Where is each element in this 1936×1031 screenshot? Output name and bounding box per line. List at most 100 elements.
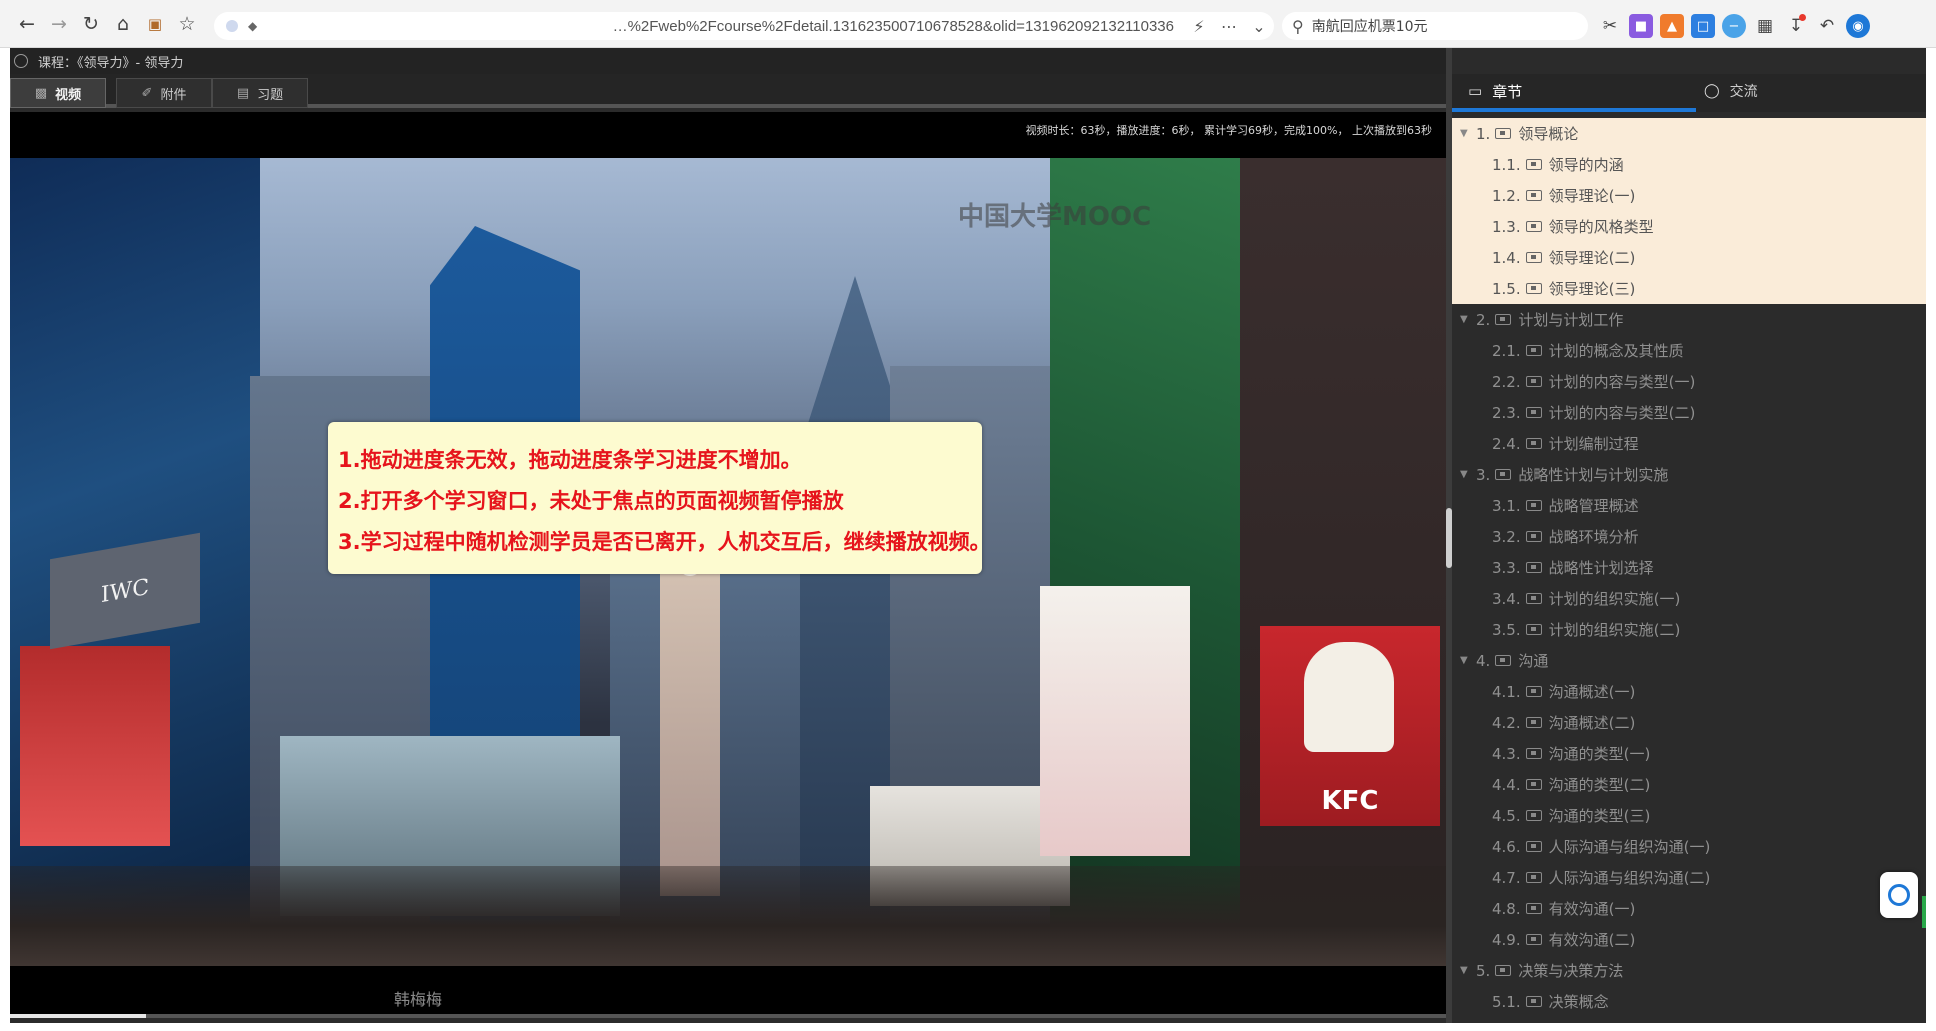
back-icon[interactable]: ← [12,9,42,39]
toc-section[interactable]: 1.2. 领导理论(一) [1452,180,1926,211]
extension-blue-icon[interactable]: □ [1691,14,1715,38]
tab-exercises-label: 习题 [257,87,284,103]
toc-section[interactable]: 3.2. 战略环境分析 [1452,521,1926,552]
caret-down-icon[interactable]: ▼ [1460,469,1476,480]
favorites-star-icon[interactable]: ☆ [172,9,202,39]
user-name-watermark: 韩梅梅 [394,990,443,1009]
toc-section[interactable]: 1.3. 领导的风格类型 [1452,211,1926,242]
toc-number: 2.1. [1492,341,1521,360]
apps-grid-icon[interactable]: ▦ [1753,14,1777,38]
mooc-watermark: 中国大学MOOC [958,202,1152,232]
toc-section[interactable]: 1.1. 领导的内涵 [1452,149,1926,180]
toc-title: 领导概论 [1518,125,1579,143]
video-icon [1525,190,1542,201]
toc-chapter[interactable]: ▼ 3. 战略性计划与计划实施 [1452,459,1926,490]
toc-title: 领导的内涵 [1548,156,1624,174]
caret-down-icon[interactable]: ▼ [1460,314,1476,325]
tab-discussion-label: 交流 [1729,84,1758,100]
toc-section[interactable]: 3.4. 计划的组织实施(一) [1452,583,1926,614]
floating-assistant-button[interactable] [1880,872,1918,918]
toc-section[interactable]: 3.3. 战略性计划选择 [1452,552,1926,583]
caret-down-icon[interactable]: ▼ [1460,965,1476,976]
video-frame[interactable]: IWC KFC 中国大学MOOC 1.拖动进度条无效，拖动进度条学习进度不增加。… [10,158,1446,966]
address-bar[interactable]: ◆ …%2Fweb%2Fcourse%2Fdetail.131623500710… [214,12,1274,40]
toc-section[interactable]: 2.4. 计划编制过程 [1452,428,1926,459]
course-page: 课程：《领导力》- 领导力 ▩ 视频 ✐ 附件 ▤ 习题 视频时长：63秒，播放… [10,48,1926,1023]
toc-title: 决策概念 [1548,993,1609,1011]
toc-title: 计划与计划工作 [1518,311,1624,329]
toc-section[interactable]: 3.5. 计划的组织实施(二) [1452,614,1926,645]
toc-number: 3.2. [1492,527,1521,546]
tab-chapters[interactable]: ▭ 章节 [1468,74,1522,108]
tab-video[interactable]: ▩ 视频 [10,78,106,108]
tab-exercises[interactable]: ▤ 习题 [212,78,308,108]
video-icon [1525,252,1542,263]
toc-number: 4.1. [1492,682,1521,701]
toc-section[interactable]: 2.2. 计划的内容与类型(一) [1452,366,1926,397]
toc-section[interactable]: 2.3. 计划的内容与类型(二) [1452,397,1926,428]
toc-title: 沟通概述(二) [1548,714,1636,732]
toc-section[interactable]: 1.4. 领导理论(二) [1452,242,1926,273]
toc-section[interactable]: 4.7. 人际沟通与组织沟通(二) [1452,862,1926,893]
toc-section[interactable]: 4.4. 沟通的类型(二) [1452,769,1926,800]
toc-chapter[interactable]: ▼ 4. 沟通 [1452,645,1926,676]
toc-section[interactable]: 4.9. 有效沟通(二) [1452,924,1926,955]
scissors-icon[interactable]: ✂ [1598,14,1622,38]
screen: ← → ↻ ⌂ ▣ ☆ ◆ …%2Fweb%2Fcourse%2Fdetail.… [0,0,1936,1031]
toc-title: 决策与决策方法 [1518,962,1624,980]
caret-down-icon[interactable]: ▼ [1460,128,1476,139]
browser-toolbar: ← → ↻ ⌂ ▣ ☆ ◆ …%2Fweb%2Fcourse%2Fdetail.… [0,0,1936,48]
toc-section[interactable]: 5.1. 决策概念 [1452,986,1926,1017]
tab-chapters-label: 章节 [1492,82,1523,101]
video-player[interactable]: 视频时长：63秒，播放进度：6秒， 累计学习69秒，完成100%， 上次播放到6… [10,112,1446,1018]
toc-section[interactable]: 4.5. 沟通的类型(三) [1452,800,1926,831]
video-progress-bar[interactable] [10,1014,1446,1018]
extension-orange-icon[interactable]: ▲ [1660,14,1684,38]
undo-icon[interactable]: ↶ [1815,14,1839,38]
toc-title: 战略管理概述 [1548,497,1639,515]
more-icon[interactable]: ⋯ [1214,17,1244,36]
video-icon [1525,345,1542,356]
chat-icon: ◯ [1704,83,1720,99]
lock-icon: ◆ [248,19,258,33]
toc-chapter[interactable]: ▼ 5. 决策与决策方法 [1452,955,1926,986]
video-icon [1495,655,1512,666]
extension-purple-icon[interactable]: ■ [1629,14,1653,38]
kfc-logo-face [1304,642,1394,752]
notice-line-2: 2.打开多个学习窗口，未处于焦点的页面视频暂停播放 [338,489,844,513]
forward-icon[interactable]: → [44,9,74,39]
toc-section[interactable]: 4.2. 沟通概述(二) [1452,707,1926,738]
toc-chapter[interactable]: ▼ 2. 计划与计划工作 [1452,304,1926,335]
toc-number: 1.4. [1492,248,1521,267]
extension-circle-icon[interactable]: − [1722,14,1746,38]
home-icon[interactable]: ⌂ [108,9,138,39]
toc-number: 3.4. [1492,589,1521,608]
toc-title: 人际沟通与组织沟通(二) [1548,869,1711,887]
floating-side-tab[interactable] [1922,896,1926,928]
toc-title: 计划的概念及其性质 [1548,342,1684,360]
billboard [1040,586,1190,856]
tab-attachments[interactable]: ✐ 附件 [116,78,212,108]
toc-section[interactable]: 4.8. 有效沟通(一) [1452,893,1926,924]
dropdown-icon[interactable]: ⌄ [1244,17,1274,36]
toc-title: 计划的内容与类型(二) [1548,404,1696,422]
reload-icon[interactable]: ↻ [76,9,106,39]
browser-menu-icon[interactable]: ◉ [1846,14,1870,38]
tab-discussion[interactable]: ◯ 交流 [1704,74,1758,108]
briefcase-icon[interactable]: ▣ [140,9,170,39]
toc-section[interactable]: 4.1. 沟通概述(一) [1452,676,1926,707]
download-icon[interactable]: ↧ [1784,14,1808,38]
search-icon: ⚲ [1292,16,1304,36]
toc-section[interactable]: 4.3. 沟通的类型(一) [1452,738,1926,769]
toc-section[interactable]: 3.1. 战略管理概述 [1452,490,1926,521]
toc-section[interactable]: 1.5. 领导理论(三) [1452,273,1926,304]
toc-chapter[interactable]: ▼ 1. 领导概论 [1452,118,1926,149]
video-icon [1495,314,1512,325]
toc-section[interactable]: 4.6. 人际沟通与组织沟通(一) [1452,831,1926,862]
course-title: 课程：《领导力》- 领导力 [38,55,184,71]
video-icon [1495,469,1512,480]
search-box[interactable]: ⚲ 南航回应机票10元 [1282,12,1588,40]
caret-down-icon[interactable]: ▼ [1460,655,1476,666]
lightning-icon[interactable]: ⚡ [1184,17,1214,36]
toc-section[interactable]: 2.1. 计划的概念及其性质 [1452,335,1926,366]
